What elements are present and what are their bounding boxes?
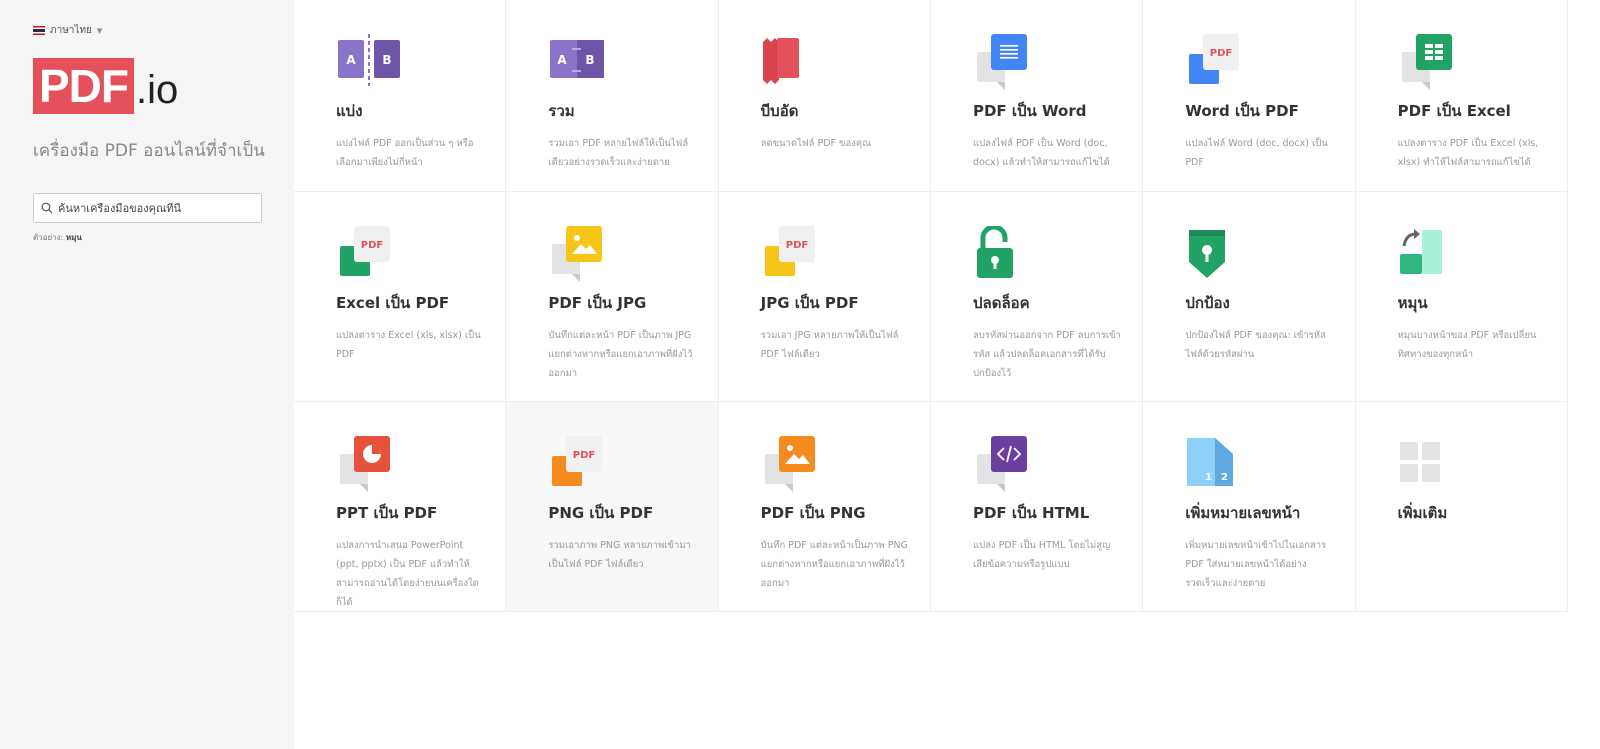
tool-card-excel-to-pdf[interactable]: PDF Excel เป็น PDF แปลงตาราง Excel (xls,… (294, 192, 507, 402)
pdf-to-jpg-icon (552, 226, 603, 282)
tool-description: ลดขนาดไฟล์ PDF ของคุณ (760, 138, 872, 149)
tool-title: PDF เป็น PNG (760, 504, 866, 522)
tool-card-pdf-to-word[interactable]: PDF เป็น Word แปลงไฟล์ PDF เป็น Word (do… (930, 0, 1144, 192)
tool-description: รวมเอาภาพ PNG หลายภาพเข้ามาเป็นไฟล์ PDF … (548, 540, 691, 570)
tools-grid: AB แบ่ง แบ่งไฟล์ PDF ออกเป็นส่วน ๆ หรือเ… (294, 0, 1568, 612)
tool-description: ลบรหัสผ่านออกจาก PDF ลบการเข้ารหัส แล้วป… (972, 330, 1121, 379)
tool-title: บีบอัด (760, 102, 799, 120)
tool-title: ปกป้อง (1185, 294, 1230, 312)
tool-card-word-to-pdf[interactable]: PDF Word เป็น PDF แปลงไฟล์ Word (doc, do… (1143, 0, 1356, 192)
tool-card-protect[interactable]: ปกป้อง ปกป้องไฟล์ PDF ของคุณ: เข้ารหัสไฟ… (1143, 192, 1356, 402)
tool-title: เพิ่มหมายเลขหน้า (1185, 504, 1301, 522)
svg-text:2: 2 (1221, 472, 1228, 483)
pdf-to-html-icon (976, 436, 1027, 492)
tool-card-png-to-pdf[interactable]: PDF PNG เป็น PDF รวมเอาภาพ PNG หลายภาพเข… (506, 402, 719, 612)
rotate-icon (1399, 229, 1442, 274)
split-icon: AB (338, 34, 400, 86)
tool-description: แปลงตาราง Excel (xls, xlsx) เป็น PDF (336, 330, 481, 360)
svg-text:B: B (382, 53, 391, 67)
logo-io: .io (136, 68, 179, 112)
caret-down-icon: ▼ (96, 26, 103, 35)
tool-description: แปลงการนำเสนอ PowerPoint (ppt, pptx) เป็… (336, 540, 479, 608)
tool-title: PDF เป็น HTML (972, 504, 1090, 522)
tool-card-compress[interactable]: บีบอัด ลดขนาดไฟล์ PDF ของคุณ (718, 0, 931, 192)
tool-title: เพิ่มเติม (1397, 504, 1448, 522)
example-label: ตัวอย่าง: (33, 233, 64, 242)
pdf-to-excel-icon (1401, 34, 1452, 90)
tool-description: ปกป้องไฟล์ PDF ของคุณ: เข้ารหัสไฟล์ด้วยร… (1185, 330, 1326, 360)
svg-text:PDF: PDF (1210, 48, 1232, 59)
tool-title: PNG เป็น PDF (548, 504, 654, 522)
search-icon (41, 202, 53, 214)
tool-description: แปลงตาราง PDF เป็น Excel (xls, xlsx) ทำใ… (1397, 138, 1539, 168)
unlock-icon (976, 226, 1013, 278)
tool-card-pdf-to-excel[interactable]: PDF เป็น Excel แปลงตาราง PDF เป็น Excel … (1355, 0, 1568, 192)
tool-title: JPG เป็น PDF (760, 294, 859, 312)
example-link[interactable]: หมุน (66, 233, 82, 242)
thai-flag-icon (33, 26, 45, 35)
tool-description: รวมเอา PDF หลายไฟล์ให้เป็นไฟล์เดียวอย่าง… (548, 138, 689, 168)
tool-card-unlock[interactable]: ปลดล็อค ลบรหัสผ่านออกจาก PDF ลบการเข้ารห… (930, 192, 1144, 402)
more-icon (1399, 442, 1440, 482)
tool-title: PDF เป็น JPG (548, 294, 647, 312)
tool-title: หมุน (1397, 294, 1428, 312)
jpg-to-pdf-icon: PDF (764, 226, 815, 276)
tool-title: Excel เป็น PDF (336, 294, 450, 312)
tool-description: รวมเอา JPG หลายภาพให้เป็นไฟล์ PDF ไฟล์เด… (760, 330, 899, 360)
tool-card-jpg-to-pdf[interactable]: PDF JPG เป็น PDF รวมเอา JPG หลายภาพให้เป… (718, 192, 931, 402)
tool-title: รวม (548, 102, 575, 120)
sidebar: ภาษาไทย ▼ PDF .io เครื่องมือ PDF ออนไลน์… (0, 0, 294, 749)
tool-title: แบ่ง (336, 102, 363, 120)
page-numbers-icon: 12 (1187, 438, 1234, 486)
pdf-to-png-icon (764, 436, 815, 492)
ppt-to-pdf-icon (340, 436, 390, 492)
png-to-pdf-icon: PDF (552, 436, 603, 486)
compress-icon (762, 38, 799, 84)
tool-description: บันทึกแต่ละหน้า PDF เป็นภาพ JPG แยกต่างห… (548, 330, 693, 379)
tool-card-more[interactable]: เพิ่มเติม (1355, 402, 1568, 612)
tool-card-ppt-to-pdf[interactable]: PPT เป็น PDF แปลงการนำเสนอ PowerPoint (p… (294, 402, 507, 612)
tool-title: Word เป็น PDF (1185, 102, 1299, 120)
tool-title: PDF เป็น Excel (1397, 102, 1511, 120)
tagline: เครื่องมือ PDF ออนไลน์ที่จำเป็น (33, 141, 265, 161)
tool-description: แปลง PDF เป็น HTML โดยไม่สูญเสียข้อความห… (972, 540, 1111, 570)
svg-text:A: A (346, 53, 356, 67)
merge-icon: AB (550, 40, 605, 78)
svg-text:PDF: PDF (361, 240, 383, 251)
svg-text:B: B (586, 53, 595, 67)
tool-description: เพิ่มหมายเลขหน้าเข้าไปในเอกสาร PDF ใส่หม… (1185, 540, 1327, 589)
logo[interactable]: PDF .io (33, 58, 178, 114)
tool-description: หมุนบางหน้าของ PDF หรือเปลี่ยนทิศทางของท… (1397, 330, 1537, 360)
svg-text:1: 1 (1205, 472, 1212, 483)
language-selector[interactable]: ภาษาไทย ▼ (33, 23, 102, 38)
tool-card-rotate[interactable]: หมุน หมุนบางหน้าของ PDF หรือเปลี่ยนทิศทา… (1355, 192, 1568, 402)
svg-text:PDF: PDF (785, 240, 807, 251)
svg-text:PDF: PDF (573, 450, 595, 461)
pdf-to-word-icon (976, 34, 1027, 90)
search-input[interactable] (58, 201, 248, 215)
tool-title: ปลดล็อค (972, 294, 1030, 312)
tool-card-merge[interactable]: AB รวม รวมเอา PDF หลายไฟล์ให้เป็นไฟล์เดี… (506, 0, 719, 192)
tool-card-page-numbers[interactable]: 12 เพิ่มหมายเลขหน้า เพิ่มหมายเลขหน้าเข้า… (1143, 402, 1356, 612)
language-label: ภาษาไทย (50, 25, 92, 36)
tool-description: แปลงไฟล์ Word (doc, docx) เป็น PDF (1185, 138, 1328, 168)
tool-description: บันทึก PDF แต่ละหน้าเป็นภาพ PNG แยกต่างห… (760, 540, 908, 589)
tool-card-split[interactable]: AB แบ่ง แบ่งไฟล์ PDF ออกเป็นส่วน ๆ หรือเ… (294, 0, 507, 192)
protect-icon (1189, 230, 1226, 278)
tool-card-pdf-to-jpg[interactable]: PDF เป็น JPG บันทึกแต่ละหน้า PDF เป็นภาพ… (506, 192, 719, 402)
search-example: ตัวอย่าง: หมุน (33, 231, 82, 244)
logo-pdf: PDF (33, 58, 134, 114)
tool-card-pdf-to-html[interactable]: PDF เป็น HTML แปลง PDF เป็น HTML โดยไม่ส… (930, 402, 1144, 612)
search-box[interactable] (33, 193, 262, 223)
tool-title: PPT เป็น PDF (336, 504, 438, 522)
tool-title: PDF เป็น Word (972, 102, 1087, 120)
tool-description: แบ่งไฟล์ PDF ออกเป็นส่วน ๆ หรือเลือกมาเพ… (336, 138, 474, 168)
tool-description: แปลงไฟล์ PDF เป็น Word (doc, docx) แล้วท… (972, 138, 1110, 168)
excel-to-pdf-icon: PDF (340, 226, 390, 276)
tool-card-pdf-to-png[interactable]: PDF เป็น PNG บันทึก PDF แต่ละหน้าเป็นภาพ… (718, 402, 931, 612)
svg-text:A: A (558, 53, 568, 67)
word-to-pdf-icon: PDF (1189, 34, 1240, 84)
